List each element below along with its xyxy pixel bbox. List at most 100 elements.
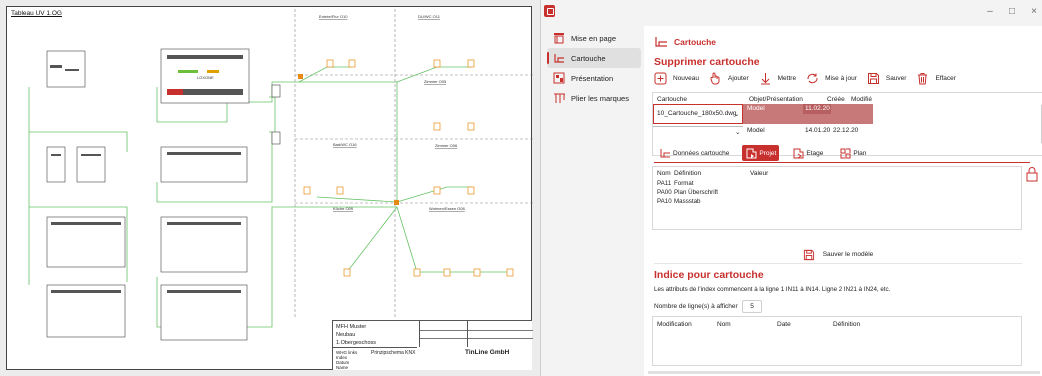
floppy-icon — [865, 70, 882, 87]
param-name: PA00 — [657, 189, 672, 196]
column-header: Définition — [674, 170, 702, 177]
add-label: Ajouter — [728, 74, 749, 82]
horizontal-scrollbar[interactable] — [648, 371, 1040, 374]
created-cell: 11.02.20 — [805, 105, 830, 112]
chevron-down-icon: ⌄ — [735, 129, 741, 136]
column-header: Nom — [717, 321, 731, 328]
add-button[interactable]: Ajouter — [707, 69, 749, 87]
column-header: Définition — [833, 321, 861, 328]
new-button[interactable]: Nouveau — [652, 69, 699, 87]
sidebar-item-plier-les-marques[interactable]: Plier les marques — [547, 88, 641, 108]
arrow-down-icon — [757, 70, 774, 87]
erase-label: Effacer — [935, 74, 956, 82]
param-name: PA10 — [657, 198, 672, 205]
param-definition: Format — [674, 180, 694, 187]
client-line: 1.Obergeschoss — [336, 340, 377, 346]
place-button[interactable]: Mettre — [757, 69, 796, 87]
tab-label: Données cartouche — [673, 149, 730, 157]
room-label: Zimmer O06 — [435, 143, 458, 148]
table-row[interactable]: PA00 Plan Überschrift — [657, 189, 718, 196]
created-cell: 14.01.20 — [805, 127, 831, 134]
plus-icon — [652, 70, 669, 87]
close-button[interactable]: × — [1027, 6, 1041, 18]
place-label: Mettre — [777, 74, 797, 82]
new-label: Nouveau — [673, 74, 700, 82]
table-row[interactable]: PA11 Format — [657, 180, 694, 187]
save-label: Sauver — [885, 74, 907, 82]
sidebar-item-label: Mise en page — [571, 33, 617, 43]
object-cell: Model — [747, 105, 765, 112]
refresh-icon — [804, 70, 821, 87]
floor-icon — [792, 147, 804, 159]
client-info: MFH Muster Neubau 1.Obergeschoss — [336, 323, 376, 347]
tab-projet[interactable]: Projet — [742, 145, 780, 161]
drawing-sheet: Tableau UV 1.OG Entrée/Flur O10 DU/WC O1… — [6, 6, 533, 370]
column-header: Cartouche — [657, 96, 687, 103]
save-button[interactable]: Sauver — [865, 69, 907, 87]
tab-label: Plan — [853, 149, 867, 157]
room-label: Wohnen/Essen O08 — [429, 206, 466, 211]
column-header: Date — [777, 321, 791, 328]
toolbar: Nouveau Ajouter Mettre Mise à jour Sauve… — [652, 69, 964, 87]
update-button[interactable]: Mise à jour — [804, 69, 857, 87]
client-line: MFH Muster — [336, 324, 367, 330]
tab-donnees-cartouche[interactable]: Données cartouche — [656, 145, 732, 161]
cartouche-icon — [659, 147, 671, 159]
tab-etage[interactable]: Etage — [789, 145, 826, 161]
sidebar-item-mise-en-page[interactable]: Mise en page — [547, 28, 641, 48]
column-header: Modifié — [851, 96, 872, 103]
project-params-table: Nom Définition Valeur PA11 Format PA00 P… — [652, 166, 1022, 230]
project-icon — [745, 147, 757, 159]
lines-count-input[interactable]: 5 — [742, 300, 762, 313]
section-title-index: Indice pour cartouche — [654, 269, 764, 281]
presentation-icon — [547, 68, 571, 88]
param-definition: Plan Überschrift — [674, 189, 719, 196]
cad-drawing-area[interactable]: Tableau UV 1.OG Entrée/Flur O10 DU/WC O1… — [0, 0, 540, 376]
cartouche-icon — [655, 37, 667, 47]
lines-count-label: Nombre de ligne(s) à afficher — [654, 303, 738, 310]
param-name: PA11 — [657, 180, 672, 187]
sidebar-item-presentation[interactable]: Présentation — [547, 68, 641, 88]
tab-underline — [654, 162, 1030, 163]
column-header: Modification — [657, 321, 692, 328]
row-separator — [653, 126, 743, 127]
client-line: Neubau — [336, 332, 356, 338]
tab-plan[interactable]: Plan — [836, 145, 869, 161]
hand-pointer-icon — [707, 70, 724, 87]
device-brand: LOXONE — [197, 75, 214, 80]
title-block-format-box — [467, 321, 533, 347]
sidebar: Mise en page Cartouche Présentation Plie… — [541, 26, 644, 376]
lock-icon[interactable] — [1025, 166, 1039, 182]
sidebar-item-label: Cartouche — [571, 53, 606, 63]
column-header: Nom — [657, 170, 671, 177]
app-icon — [544, 5, 555, 17]
section-title-delete: Supprimer cartouche — [654, 56, 760, 68]
cartouche-value: 10_Cartouche_180x50.dwg — [657, 110, 737, 117]
page-layout-icon — [547, 28, 571, 48]
column-header: Valeur — [750, 170, 769, 177]
room-label: Zimmer O05 — [424, 79, 447, 84]
junction-box — [298, 74, 303, 79]
table-row-selected[interactable]: 10_Cartouche_180x50.dwg ⌄ Model 11.02.20 — [653, 104, 1042, 124]
tab-label: Projet — [759, 149, 777, 157]
junction-box — [394, 200, 399, 205]
room-label: Bad/WC O16 — [333, 142, 357, 147]
page-heading: Cartouche — [654, 36, 716, 48]
maximize-button[interactable]: □ — [1005, 6, 1019, 18]
screen: Tableau UV 1.OG Entrée/Flur O10 DU/WC O1… — [0, 0, 1042, 376]
tab-label: Etage — [806, 149, 824, 157]
title-block: MFH Muster Neubau 1.Obergeschoss WHG lin… — [332, 320, 533, 370]
minimize-button[interactable]: – — [983, 6, 997, 18]
trash-icon — [914, 70, 931, 87]
cartouche-select[interactable]: 10_Cartouche_180x50.dwg ⌄ — [653, 104, 743, 124]
table-row[interactable]: PA10 Massstab — [657, 198, 700, 205]
company-name: TinLine GmbH — [465, 349, 510, 356]
save-model-label: Sauver le modèle — [822, 251, 874, 258]
erase-button[interactable]: Effacer — [914, 69, 956, 87]
column-header: Créée — [827, 96, 845, 103]
save-model-button[interactable]: Sauver le modèle — [654, 246, 1022, 264]
schema-name: Prinzipschema KNX — [371, 350, 416, 356]
sidebar-item-cartouche[interactable]: Cartouche — [547, 48, 641, 68]
tab-bar: Données cartouche Projet Etage Plan — [656, 145, 879, 161]
room-label: DU/WC O11 — [418, 14, 441, 19]
